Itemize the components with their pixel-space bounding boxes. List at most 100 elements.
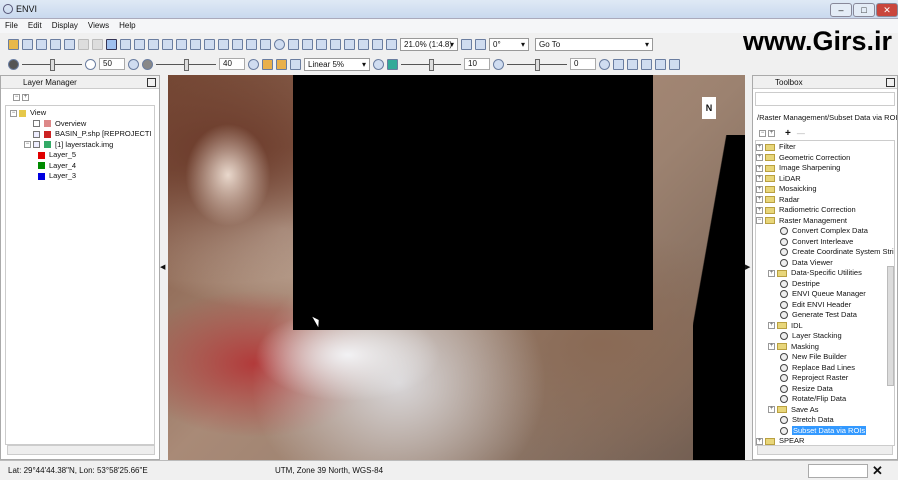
brightness-value[interactable]: 50 (99, 58, 125, 70)
toolbox-hscrollbar[interactable] (757, 445, 893, 455)
stretch2-icon[interactable] (276, 58, 287, 70)
expand-icon[interactable]: + (768, 322, 775, 330)
expand-icon[interactable]: + (756, 154, 763, 162)
expand-all-icon[interactable]: + (22, 94, 29, 102)
full-extent-icon[interactable] (386, 38, 397, 50)
toolbox-vscrollbar[interactable] (887, 266, 894, 386)
toolbox-item[interactable]: Edit ENVI Header (756, 300, 894, 311)
expand-icon[interactable]: + (756, 143, 763, 151)
layer-item[interactable]: Layer_4 (6, 161, 154, 172)
link-icon[interactable] (290, 58, 301, 70)
rectangle-icon[interactable] (260, 38, 271, 50)
toolbox-item[interactable]: Convert Interleave (756, 237, 894, 248)
toolbox-item[interactable]: + IDL (756, 321, 894, 332)
toolbox-item[interactable]: + Filter (756, 142, 894, 153)
layer-item[interactable]: − [1] layerstack.img (6, 140, 154, 151)
transparency-slider[interactable] (507, 58, 567, 71)
contrast-slider[interactable] (156, 58, 216, 71)
polygon-icon[interactable] (246, 38, 257, 50)
zoom-out-icon[interactable] (372, 38, 383, 50)
stretch-select[interactable]: Linear 5% (304, 57, 370, 71)
toolbox-item[interactable]: + Image Sharpening (756, 163, 894, 174)
menu-edit[interactable]: Edit (23, 19, 47, 32)
toolbox-item[interactable]: Resize Data (756, 384, 894, 395)
reset-transparency-icon[interactable] (599, 58, 610, 70)
stretch-icon[interactable] (262, 58, 273, 70)
fly-icon[interactable] (134, 38, 145, 50)
redo-icon[interactable] (92, 38, 103, 50)
toolbox-item[interactable]: + Save As (756, 405, 894, 416)
toolbox-item[interactable]: Convert Complex Data (756, 226, 894, 237)
pan-icon[interactable] (120, 38, 131, 50)
collapse-icon[interactable]: − (10, 109, 17, 117)
toolbox-item[interactable]: Rotate/Flip Data (756, 394, 894, 405)
menu-file[interactable]: File (0, 19, 23, 32)
layer-item[interactable]: Layer_5 (6, 150, 154, 161)
expand-icon[interactable]: + (756, 437, 763, 445)
layer-item[interactable]: Overview (6, 119, 154, 130)
expand-icon[interactable]: + (768, 269, 775, 277)
checkbox[interactable] (33, 120, 40, 128)
zoom-in-icon[interactable] (358, 38, 369, 50)
collapse-all-icon[interactable]: − (759, 130, 766, 138)
undo-icon[interactable] (78, 38, 89, 50)
layer-item[interactable]: Layer_3 (6, 171, 154, 182)
vertical-swipe-icon[interactable] (627, 58, 638, 70)
layout-icon[interactable] (655, 58, 666, 70)
sharpen-value[interactable]: 10 (464, 58, 490, 70)
sharpen-slider[interactable] (401, 58, 461, 71)
horizontal-swipe-icon[interactable] (613, 58, 624, 70)
north-up-icon[interactable] (475, 38, 486, 50)
rotate-icon[interactable] (461, 38, 472, 50)
expand-all-icon[interactable]: + (768, 130, 775, 138)
crosshair-icon[interactable] (64, 38, 75, 50)
toolbox-item[interactable]: New File Builder (756, 352, 894, 363)
flicker-icon[interactable] (641, 58, 652, 70)
reset-contrast-icon[interactable] (248, 58, 259, 70)
line-icon[interactable] (288, 38, 299, 50)
toolbox-search-input[interactable] (755, 92, 895, 106)
minimize-button[interactable]: – (830, 3, 852, 17)
toolbox-item[interactable]: Subset Data via ROIs (756, 425, 894, 437)
toolbox-item[interactable]: + Masking (756, 342, 894, 353)
print-icon[interactable] (36, 38, 47, 50)
toolbox-item[interactable]: Destripe (756, 279, 894, 290)
select-icon[interactable] (106, 38, 117, 50)
status-field[interactable] (808, 464, 868, 478)
expand-icon[interactable]: + (756, 185, 763, 193)
undock-icon[interactable] (886, 78, 895, 87)
expand-icon[interactable]: + (756, 175, 763, 183)
vector-edit-icon[interactable] (176, 38, 187, 50)
zoom-icon[interactable] (344, 38, 355, 50)
toolbox-item[interactable]: + LiDAR (756, 174, 894, 185)
menu-help[interactable]: Help (114, 19, 140, 32)
expand-icon[interactable]: + (768, 343, 775, 351)
add-icon[interactable]: + (785, 128, 791, 139)
maximize-button[interactable]: □ (853, 3, 875, 17)
transparency-value[interactable]: 0 (570, 58, 596, 70)
cursor-value-icon[interactable] (50, 38, 61, 50)
toolbox-item[interactable]: Layer Stacking (756, 331, 894, 342)
reset-sharpen-icon[interactable] (493, 58, 504, 70)
toolbox-item[interactable]: ENVI Queue Manager (756, 289, 894, 300)
menu-views[interactable]: Views (83, 19, 114, 32)
expand-icon[interactable]: + (756, 196, 763, 204)
layer-scrollbar[interactable] (7, 445, 155, 455)
ellipse-icon[interactable] (274, 38, 285, 50)
contrast-value[interactable]: 40 (219, 58, 245, 70)
toolbox-item[interactable]: Replace Bad Lines (756, 363, 894, 374)
rotation-select[interactable]: 0° (489, 37, 529, 51)
layer-item[interactable]: − View (6, 108, 154, 119)
toolbox-item[interactable]: Generate Test Data (756, 310, 894, 321)
remove-icon[interactable]: — (797, 129, 805, 138)
expand-icon[interactable]: + (756, 206, 763, 214)
left-collapse-handle[interactable]: ◀ (160, 75, 168, 460)
histogram-icon[interactable] (387, 58, 398, 70)
open-icon[interactable] (8, 38, 19, 50)
data-manager-icon[interactable] (22, 38, 33, 50)
layer-item[interactable]: BASIN_P.shp [REPROJECTI (6, 129, 154, 140)
toolbox-item[interactable]: Reproject Raster (756, 373, 894, 384)
toolbox-item[interactable]: Create Coordinate System Stri (756, 247, 894, 258)
toolbox-item[interactable]: + Radar (756, 195, 894, 206)
roi-icon[interactable] (148, 38, 159, 50)
